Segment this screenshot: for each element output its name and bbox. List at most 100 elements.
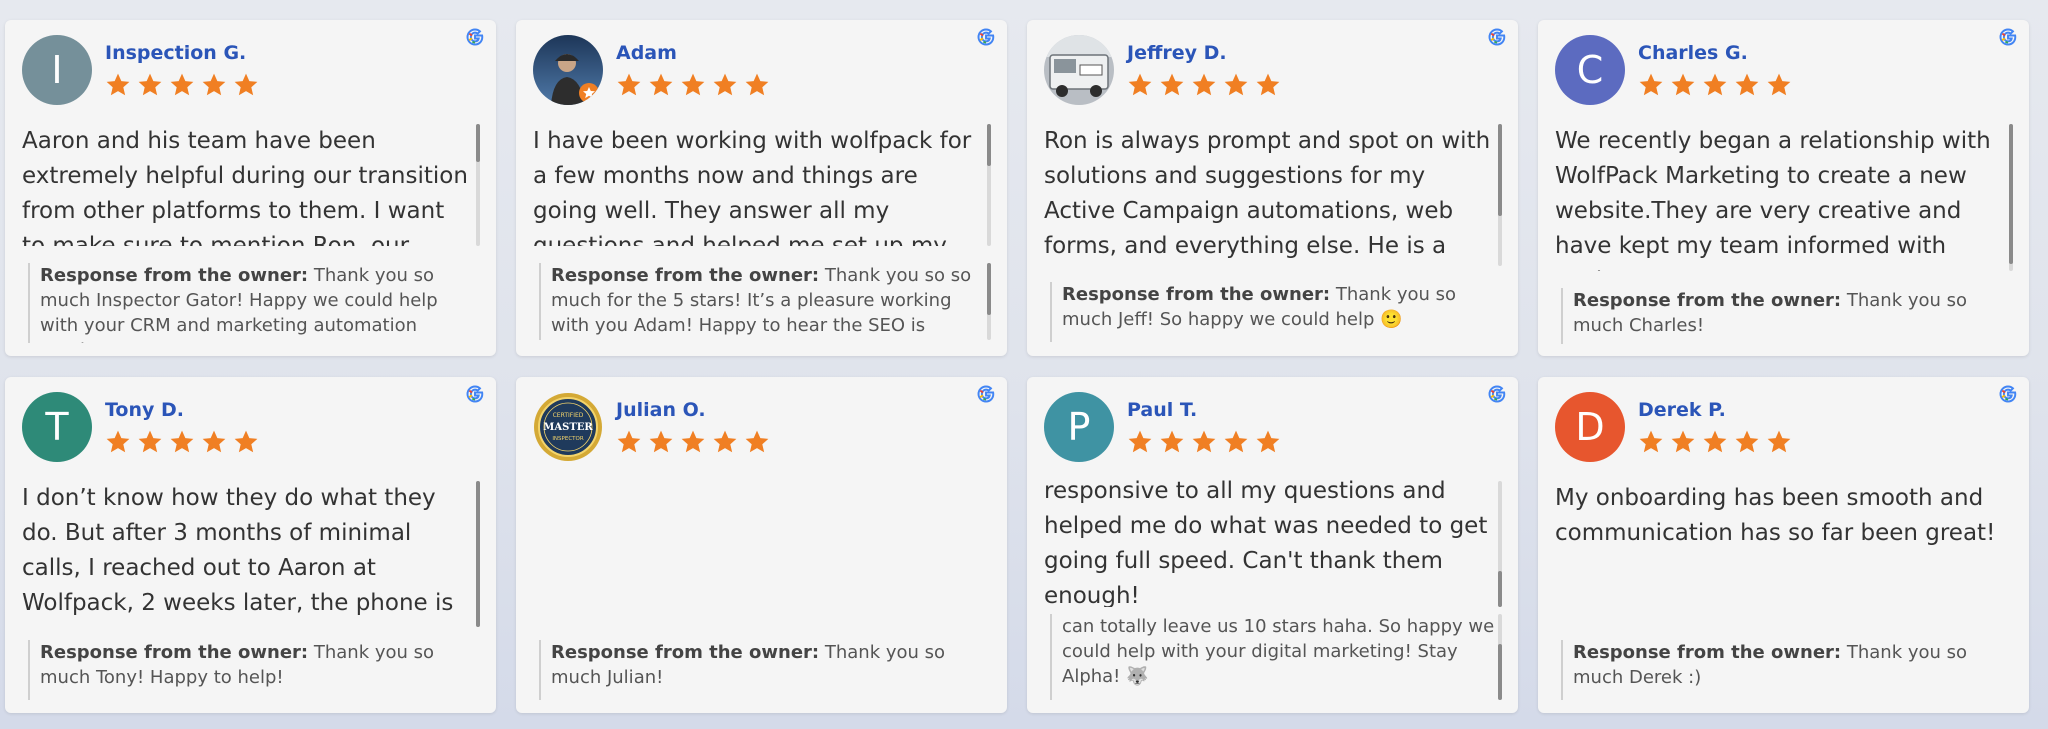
star-icon [1671,73,1695,96]
google-icon [466,385,484,403]
review-scrollbar[interactable] [476,481,480,627]
star-icon [617,430,641,453]
review-text: I don’t know how they do what they do. B… [22,485,454,627]
review-card: P Paul T. responsive to all my questions… [1027,377,1518,713]
avatar [533,35,603,105]
response-scrollbar[interactable] [987,263,991,340]
avatar-initial: I [51,48,63,92]
badge-line-2: MASTER [543,422,593,433]
star-icon [1703,430,1727,453]
person-photo [533,35,603,105]
review-scrollbar[interactable] [2009,124,2013,271]
reviewer-name[interactable]: Jeffrey D. [1127,42,1227,64]
review-scrollbar-thumb[interactable] [2009,124,2013,264]
reviewer-name[interactable]: Charles G. [1638,42,1748,64]
avatar: T [22,392,92,462]
owner-response: Response from the owner: Thank you so mu… [1050,282,1496,342]
google-icon [1488,28,1506,46]
review-scrollbar-thumb[interactable] [1498,571,1502,607]
avatar-initial: C [1576,48,1604,92]
star-icon [106,73,130,96]
reviewer-name[interactable]: Julian O. [616,399,706,421]
reviewer-name[interactable]: Inspection G. [105,42,246,64]
response-label: Response from the owner: [40,642,309,663]
badge-line-1: CERTIFIED [553,412,584,419]
star-icon [1192,430,1216,453]
star-icon [1128,430,1152,453]
reviewer-name[interactable]: Tony D. [105,399,184,421]
review-text-container[interactable]: responsive to all my questions and helpe… [1044,474,1496,607]
star-icon [1256,73,1280,96]
response-label: Response from the owner: [1062,284,1331,305]
star-icon [1224,73,1248,96]
review-card: D Derek P. My onboarding has been smooth… [1538,377,2029,713]
star-icon [681,430,705,453]
reviewer-name[interactable]: Derek P. [1638,399,1726,421]
avatar: I [22,35,92,105]
star-icon [170,430,194,453]
review-card: Jeffrey D. Ron is always prompt and spot… [1027,20,1518,356]
owner-response: Response from the owner: Thank you so mu… [539,640,985,700]
badge-line-3: INSPECTOR [552,436,584,442]
star-icon [1767,430,1791,453]
star-icon [1128,73,1152,96]
review-scrollbar[interactable] [1498,481,1502,607]
avatar-initial: D [1575,405,1605,449]
response-label: Response from the owner: [1573,642,1842,663]
review-scrollbar-thumb[interactable] [1498,124,1502,216]
google-icon [977,28,995,46]
review-text-container[interactable]: I have been working with wolfpack for a … [533,124,985,246]
review-card: T Tony D. I don’t know how they do what … [5,377,496,713]
review-text: We recently began a relationship with Wo… [1555,128,1991,271]
star-icon [106,430,130,453]
avatar: D [1555,392,1625,462]
review-scrollbar[interactable] [1498,124,1502,266]
reviewer-name[interactable]: Paul T. [1127,399,1197,421]
review-scrollbar[interactable] [987,124,991,246]
review-card: C Charles G. We recently began a relatio… [1538,20,2029,356]
review-text-container[interactable]: I don’t know how they do what they do. B… [22,481,474,627]
owner-response: Response from the owner: Thank you so so… [539,263,985,340]
avatar [1044,35,1114,105]
owner-response: Response from the owner: Thank you so mu… [28,640,474,700]
response-label: Response from the owner: [40,265,309,286]
response-label: Response from the owner: [551,642,820,663]
response-scrollbar-thumb[interactable] [987,263,991,315]
star-icon [1735,73,1759,96]
review-text-container[interactable]: We recently began a relationship with Wo… [1555,124,2007,271]
review-scrollbar-thumb[interactable] [987,124,991,166]
star-rating [1638,72,1792,98]
star-rating [105,72,259,98]
review-text: My onboarding has been smooth and commun… [1555,485,1996,546]
star-icon [1703,73,1727,96]
star-rating [616,429,770,455]
reviewer-name[interactable]: Adam [616,42,677,64]
review-text: Aaron and his team have been extremely h… [22,128,468,246]
review-card: Adam I have been working with wolfpack f… [516,20,1007,356]
review-scrollbar[interactable] [476,124,480,246]
google-icon [466,28,484,46]
review-scrollbar-thumb[interactable] [476,124,480,162]
review-text-container[interactable]: Ron is always prompt and spot on with so… [1044,124,1496,266]
star-icon [1639,73,1663,96]
response-scrollbar[interactable] [1498,614,1502,700]
google-icon [1488,385,1506,403]
review-text-container: My onboarding has been smooth and commun… [1555,481,2007,561]
star-icon [745,73,769,96]
owner-response: can totally leave us 10 stars haha. So h… [1050,614,1496,700]
star-icon [1256,430,1280,453]
google-icon [1999,28,2017,46]
response-text: can totally leave us 10 stars haha. So h… [1062,616,1495,687]
response-label: Response from the owner: [1573,290,1842,311]
star-rating [1638,429,1792,455]
star-rating [616,72,770,98]
star-icon [202,430,226,453]
star-icon [1639,430,1663,453]
review-scrollbar-thumb[interactable] [476,481,480,627]
star-icon [617,73,641,96]
response-scrollbar-thumb[interactable] [1498,644,1502,700]
review-text-container[interactable]: Aaron and his team have been extremely h… [22,124,474,246]
star-icon [681,73,705,96]
truck-photo [1044,35,1114,105]
owner-response: Response from the owner: Thank you so mu… [28,263,474,343]
